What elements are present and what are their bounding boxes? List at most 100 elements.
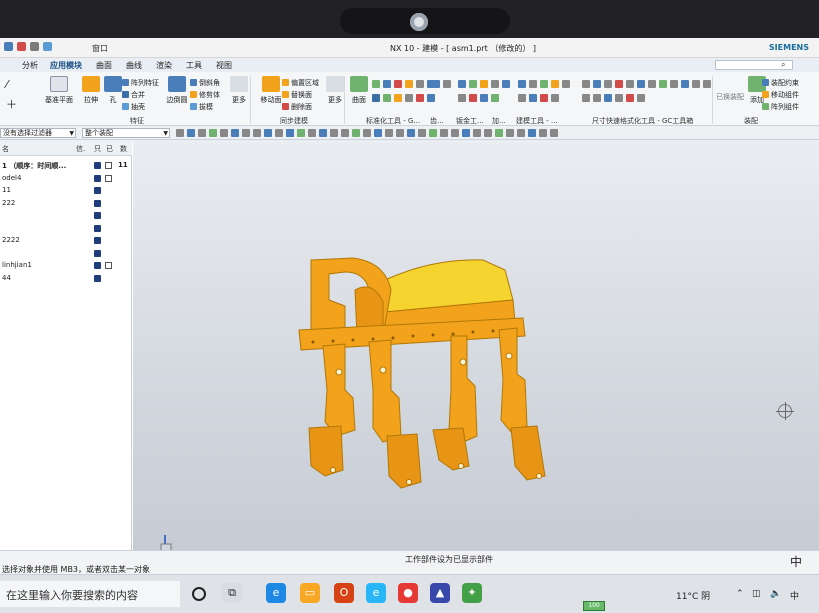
- switch-window-icon[interactable]: [43, 42, 52, 51]
- edge-blend-icon: [168, 76, 186, 92]
- window-menu[interactable]: 窗口: [92, 43, 108, 54]
- menu-curve[interactable]: 曲线: [126, 60, 142, 71]
- menu-bar: 分析 应用模块 曲面 曲线 渲染 工具 视图 ⌕: [0, 58, 819, 72]
- assembly-constraint-button[interactable]: 装配约束: [762, 78, 799, 88]
- chevron-down-icon: ▼: [163, 130, 168, 137]
- menu-analysis[interactable]: 分析: [22, 60, 38, 71]
- redo-icon[interactable]: [30, 42, 39, 51]
- chamfer-icon: [190, 79, 197, 86]
- tree-row[interactable]: [0, 223, 132, 235]
- dimension-format-icons-row2[interactable]: [582, 94, 645, 102]
- tree-row[interactable]: 2222: [0, 235, 132, 247]
- tree-row[interactable]: linhjian1: [0, 260, 132, 272]
- tree-row[interactable]: 222: [0, 198, 132, 210]
- group-label-feature: 特征: [130, 117, 144, 125]
- weather-status[interactable]: 11°C 阴: [676, 589, 710, 602]
- surface-icon: [350, 76, 368, 92]
- navigator-header: 名 信. 只 已 数: [0, 140, 132, 156]
- file-explorer-icon[interactable]: ▭: [300, 583, 320, 603]
- standard-tools-icons-row2[interactable]: [372, 94, 435, 102]
- menu-render[interactable]: 渲染: [156, 60, 172, 71]
- column-header-name[interactable]: 名: [2, 144, 9, 154]
- modeling-tools-icons[interactable]: [518, 80, 570, 88]
- save-status-icon: [94, 262, 101, 269]
- sketch-line-icon[interactable]: ⁄: [6, 78, 8, 91]
- ime-icon[interactable]: 中: [790, 589, 799, 602]
- edge-blend-button[interactable]: 边倒圆: [160, 76, 194, 105]
- column-header-count[interactable]: 数: [120, 144, 127, 154]
- search-icon[interactable]: ⌕: [781, 60, 785, 70]
- network-icon[interactable]: ◫: [752, 589, 761, 599]
- plus-icon[interactable]: ＋: [6, 96, 17, 112]
- unite-button[interactable]: 合并: [122, 90, 145, 100]
- standard-tools-icons[interactable]: [372, 80, 435, 88]
- edge-browser-icon[interactable]: e: [266, 583, 286, 603]
- sheet-metal-icons[interactable]: [458, 80, 510, 88]
- group-label-gear: 齿...: [430, 117, 444, 125]
- chevron-up-icon[interactable]: ⌃: [736, 589, 744, 599]
- save-status-icon: [94, 199, 101, 207]
- tree-row[interactable]: [0, 210, 132, 222]
- dimension-format-icons[interactable]: [582, 80, 711, 88]
- coordinate-triad: [154, 535, 187, 559]
- menu-view[interactable]: 视图: [216, 60, 232, 71]
- shell-icon: [122, 103, 129, 110]
- ime-language-indicator[interactable]: 中: [790, 553, 802, 570]
- shell-button[interactable]: 抽壳: [122, 102, 145, 112]
- task-view-icon[interactable]: ⧉: [222, 583, 242, 603]
- draft-icon: [190, 103, 197, 110]
- tree-row[interactable]: 1 （顺序：时间顺... 11: [0, 160, 132, 172]
- column-header-readonly[interactable]: 只: [94, 144, 101, 154]
- delete-face-button[interactable]: 删除面: [282, 102, 312, 112]
- sheet-metal-icons-row2[interactable]: [458, 94, 499, 102]
- taskbar-search-input[interactable]: 在这里输入你要搜索的内容: [0, 581, 180, 607]
- menu-tools[interactable]: 工具: [186, 60, 202, 71]
- cortana-icon[interactable]: [192, 587, 206, 601]
- selection-filter-dropdown[interactable]: 没有选择过滤器 ▼: [0, 128, 76, 138]
- status-bar: 选择对象并使用 MB3，或者双击某一对象 工作部件设为已显示部件 中: [0, 550, 819, 574]
- wechat-icon[interactable]: ✦: [462, 583, 482, 603]
- menu-applications[interactable]: 应用模块: [50, 60, 82, 71]
- move-component-button[interactable]: 移动组件: [762, 90, 799, 100]
- modified-status-icon: [105, 262, 112, 269]
- menu-surface[interactable]: 曲面: [96, 60, 112, 71]
- column-header-modified[interactable]: 已: [106, 144, 113, 154]
- replace-face-icon: [282, 91, 289, 98]
- hole-icon: [104, 76, 122, 92]
- chamfer-button[interactable]: 倒斜角: [190, 78, 220, 88]
- save-icon[interactable]: [4, 42, 13, 51]
- offset-region-icon: [282, 79, 289, 86]
- column-header-info[interactable]: 信.: [76, 144, 85, 154]
- office-icon[interactable]: O: [334, 583, 354, 603]
- modeling-tools-icons-row2[interactable]: [518, 94, 559, 102]
- quadruped-robot-model: [298, 257, 546, 489]
- draft-button[interactable]: 拔模: [190, 102, 213, 112]
- offset-region-button[interactable]: 偏置区域: [282, 78, 319, 88]
- tree-row[interactable]: 11: [0, 185, 132, 197]
- pattern-feature-button[interactable]: 阵列特征: [122, 78, 159, 88]
- group-label-machining: 加...: [492, 117, 506, 125]
- pattern-component-icon: [762, 103, 769, 110]
- datum-plane-button[interactable]: 基准平面: [42, 76, 76, 105]
- graphics-window[interactable]: [133, 140, 819, 559]
- chrome-icon[interactable]: ●: [398, 583, 418, 603]
- save-status-icon: [94, 212, 101, 219]
- tree-row-label: 2222: [2, 236, 20, 244]
- tree-row[interactable]: odel4: [0, 173, 132, 185]
- battery-indicator[interactable]: 100: [583, 601, 605, 611]
- volume-icon[interactable]: 🔈: [770, 589, 781, 599]
- snap-point-icons[interactable]: [286, 129, 558, 137]
- surface-button[interactable]: 曲面: [342, 76, 376, 105]
- selection-scope-dropdown[interactable]: 整个装配 ▼: [82, 128, 170, 138]
- nx-app-icon[interactable]: ▲: [430, 583, 450, 603]
- tree-row[interactable]: 44: [0, 273, 132, 285]
- undo-icon[interactable]: [17, 42, 26, 51]
- trim-body-button[interactable]: 修剪体: [190, 90, 220, 100]
- crosshair-cursor-icon: [776, 402, 794, 420]
- pattern-component-button[interactable]: 阵列组件: [762, 102, 799, 112]
- browser-e-icon[interactable]: e: [366, 583, 386, 603]
- tree-row-label: 222: [2, 198, 16, 207]
- gear-tools-icons[interactable]: [432, 80, 451, 88]
- tree-row[interactable]: [0, 248, 132, 260]
- replace-face-button[interactable]: 替换面: [282, 90, 312, 100]
